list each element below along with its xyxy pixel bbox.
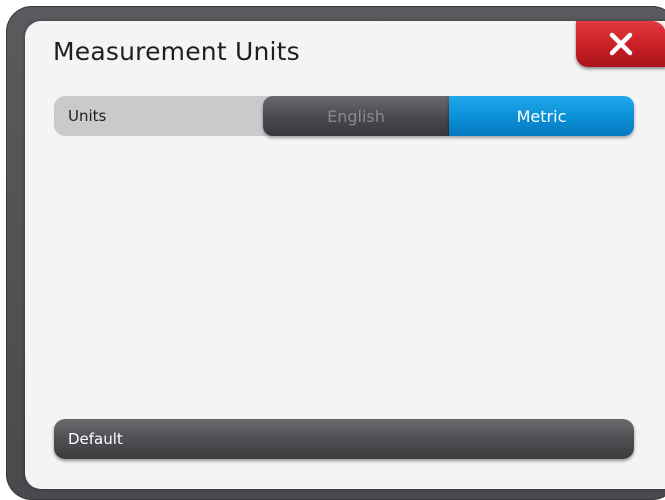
units-label: Units bbox=[68, 107, 107, 125]
default-button[interactable]: Default bbox=[54, 419, 634, 459]
measurement-units-dialog: Measurement Units Units English Metric D… bbox=[25, 21, 665, 489]
close-icon bbox=[608, 31, 634, 57]
default-button-label: Default bbox=[68, 430, 123, 448]
dialog-title: Measurement Units bbox=[53, 37, 300, 66]
units-setting-row: Units English Metric bbox=[54, 96, 634, 136]
units-option-metric[interactable]: Metric bbox=[449, 96, 634, 136]
units-option-english[interactable]: English bbox=[263, 96, 449, 136]
close-button[interactable] bbox=[576, 21, 665, 67]
